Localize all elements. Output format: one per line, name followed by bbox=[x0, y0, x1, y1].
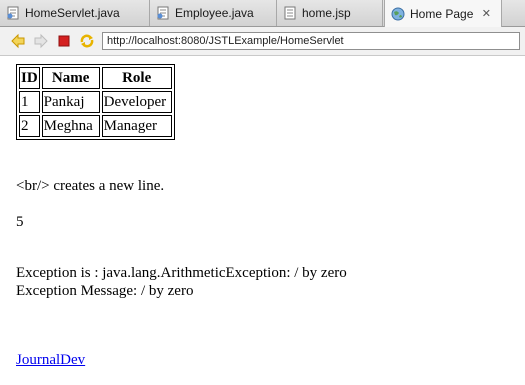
cell-name: Pankaj bbox=[41, 91, 100, 113]
tab-employee-java[interactable]: Employee.java bbox=[150, 0, 277, 26]
stop-icon[interactable] bbox=[56, 33, 72, 49]
globe-icon bbox=[391, 7, 405, 20]
refresh-icon[interactable] bbox=[79, 33, 95, 49]
cell-name: Meghna bbox=[41, 115, 100, 137]
java-file-icon bbox=[7, 6, 19, 20]
java-file-icon bbox=[157, 6, 169, 20]
browser-toolbar: http://localhost:8080/JSTLExample/HomeSe… bbox=[0, 27, 525, 56]
number-output: 5 bbox=[16, 214, 24, 230]
tab-label: home.jsp bbox=[302, 6, 351, 20]
forward-arrow-icon[interactable] bbox=[33, 33, 49, 49]
close-icon[interactable]: ✕ bbox=[481, 7, 491, 20]
br-text: <br/> creates a new line. bbox=[16, 178, 165, 194]
jsp-file-icon bbox=[284, 6, 296, 20]
table-row: 2 Meghna Manager bbox=[19, 115, 172, 137]
tab-home-jsp[interactable]: home.jsp bbox=[277, 0, 383, 26]
url-field[interactable]: http://localhost:8080/JSTLExample/HomeSe… bbox=[102, 32, 520, 50]
column-header-id: ID bbox=[19, 67, 40, 89]
tab-homeservlet-java[interactable]: HomeServlet.java bbox=[0, 0, 150, 26]
back-arrow-icon[interactable] bbox=[10, 33, 26, 49]
exception-message: Exception Message: / by zero bbox=[16, 283, 194, 299]
journaldev-link[interactable]: JournalDev bbox=[16, 352, 85, 369]
tab-label: Home Page bbox=[410, 6, 474, 21]
table-header-row: ID Name Role bbox=[19, 67, 172, 89]
cell-id: 1 bbox=[19, 91, 40, 113]
cell-id: 2 bbox=[19, 115, 40, 137]
cell-role: Developer bbox=[101, 91, 172, 113]
page-content: ID Name Role 1 Pankaj Developer 2 Meghna… bbox=[0, 56, 525, 385]
cell-role: Manager bbox=[101, 115, 172, 137]
table-row: 1 Pankaj Developer bbox=[19, 91, 172, 113]
tab-home-page[interactable]: Home Page ✕ bbox=[384, 0, 502, 27]
exception-text: Exception is : java.lang.ArithmeticExcep… bbox=[16, 265, 347, 281]
column-header-role: Role bbox=[101, 67, 172, 89]
employee-table: ID Name Role 1 Pankaj Developer 2 Meghna… bbox=[16, 64, 175, 140]
tab-label: HomeServlet.java bbox=[25, 6, 120, 20]
tab-label: Employee.java bbox=[175, 6, 254, 20]
column-header-name: Name bbox=[41, 67, 100, 89]
editor-tab-bar: HomeServlet.java Employee.java home.jsp … bbox=[0, 0, 525, 27]
